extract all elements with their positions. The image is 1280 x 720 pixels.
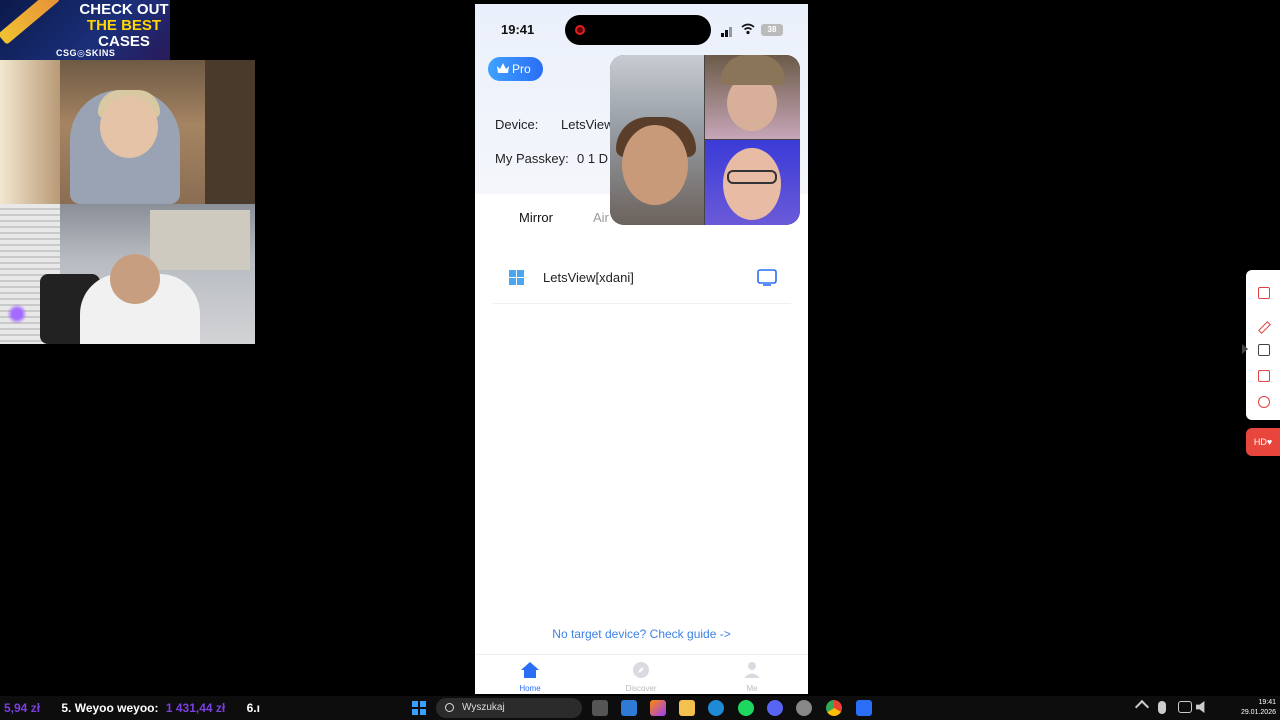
- windows-icon: [509, 270, 525, 286]
- nav-home-label: Home: [519, 684, 541, 693]
- edge-icon[interactable]: [708, 700, 724, 716]
- wifi-icon: [741, 23, 755, 35]
- bottom-nav: Home Discover Me: [475, 654, 808, 694]
- nav-me[interactable]: Me: [722, 655, 782, 694]
- ad-line-1: CHECK OUT: [79, 1, 169, 18]
- ticker-name: 5. Weyoo weyoo:: [61, 701, 159, 715]
- device-list-item[interactable]: LetsView[xdani]: [493, 250, 791, 304]
- pro-badge[interactable]: Pro: [488, 57, 543, 81]
- nav-home[interactable]: Home: [500, 655, 560, 694]
- taskbar-search[interactable]: Wyszukaj: [436, 698, 582, 718]
- record-button-icon[interactable]: [1258, 396, 1270, 408]
- microphone-icon[interactable]: [1158, 701, 1166, 714]
- record-icon: [575, 25, 585, 35]
- screen-cast-icon[interactable]: [757, 269, 777, 286]
- compass-icon: [633, 662, 649, 678]
- network-icon[interactable]: [1178, 701, 1192, 713]
- exit-icon[interactable]: [1258, 287, 1270, 299]
- store-icon[interactable]: [621, 700, 637, 716]
- hd-button[interactable]: HD♥: [1246, 428, 1280, 456]
- call-participant-3: [705, 140, 800, 225]
- spotify-icon[interactable]: [738, 700, 754, 716]
- copilot-icon[interactable]: [650, 700, 666, 716]
- webcam-2: [0, 204, 255, 344]
- ad-banner: CHECK OUT THE BEST CASES CSG◎SKINS: [0, 0, 170, 60]
- call-participant-1: [610, 55, 704, 225]
- user-icon: [744, 662, 760, 678]
- device-name: LetsView[xdani]: [543, 270, 634, 285]
- ad-text: CHECK OUT THE BEST CASES: [78, 2, 170, 50]
- task-view-icon[interactable]: [592, 700, 608, 716]
- ticker-next: 6.ı: [246, 701, 260, 715]
- chrome-icon[interactable]: [826, 700, 842, 716]
- discord-icon[interactable]: [767, 700, 783, 716]
- windows-start-icon[interactable]: [412, 701, 426, 715]
- tab-airplay[interactable]: Air: [593, 204, 609, 232]
- home-icon: [521, 662, 539, 678]
- nav-discover-label: Discover: [625, 684, 657, 693]
- letsview-icon[interactable]: [856, 700, 872, 716]
- crop-icon[interactable]: [1258, 370, 1270, 382]
- pro-label: Pro: [512, 62, 531, 76]
- knife-graphic: [0, 0, 61, 45]
- clock-time: 19:41: [1258, 699, 1276, 706]
- settings-icon[interactable]: [796, 700, 812, 716]
- signal-icon: [721, 33, 724, 37]
- donation-ticker: 5,94 zł 5. Weyoo weyoo: 1 431,44 zł 6.ı: [0, 696, 300, 720]
- nav-me-label: Me: [746, 684, 758, 693]
- check-guide-link[interactable]: No target device? Check guide ->: [475, 627, 808, 641]
- ad-brand: CSG◎SKINS: [56, 48, 116, 58]
- status-time: 19:41: [501, 22, 535, 37]
- passkey-label: My Passkey:: [495, 151, 569, 166]
- clock-date: 29.01.2026: [1240, 709, 1276, 716]
- nav-discover[interactable]: Discover: [611, 655, 671, 694]
- tab-mirror[interactable]: Mirror: [497, 204, 575, 232]
- taskbar-clock[interactable]: 19:41 29.01.2026: [1214, 698, 1276, 718]
- whiteboard-icon[interactable]: [1258, 344, 1270, 356]
- pen-icon[interactable]: [1258, 321, 1271, 334]
- call-participant-2: [705, 55, 800, 139]
- battery-icon: 38: [761, 24, 783, 36]
- passkey-value: 0 1 D: [577, 151, 609, 166]
- file-explorer-icon[interactable]: [679, 700, 695, 716]
- video-call-pip[interactable]: [610, 55, 800, 225]
- search-icon: [445, 703, 454, 712]
- webcam-1: [0, 60, 255, 204]
- device-label: Device:: [495, 117, 539, 132]
- crown-icon: [497, 63, 509, 73]
- chevron-up-icon[interactable]: [1134, 699, 1150, 715]
- ticker-amount-1: 5,94 zł: [4, 701, 41, 715]
- side-toolbar: [1242, 270, 1280, 420]
- ad-line-2: THE BEST: [86, 17, 162, 34]
- status-icons: 38: [721, 23, 785, 37]
- taskbar: 5,94 zł 5. Weyoo weyoo: 1 431,44 zł 6.ı …: [0, 696, 1280, 720]
- volume-icon[interactable]: [1196, 701, 1205, 713]
- dynamic-island: [565, 15, 711, 45]
- ticker-amount-2: 1 431,44 zł: [165, 701, 226, 715]
- search-placeholder: Wyszukaj: [462, 702, 505, 713]
- device-value: LetsView: [561, 117, 614, 132]
- collapse-arrow-icon[interactable]: [1242, 344, 1248, 354]
